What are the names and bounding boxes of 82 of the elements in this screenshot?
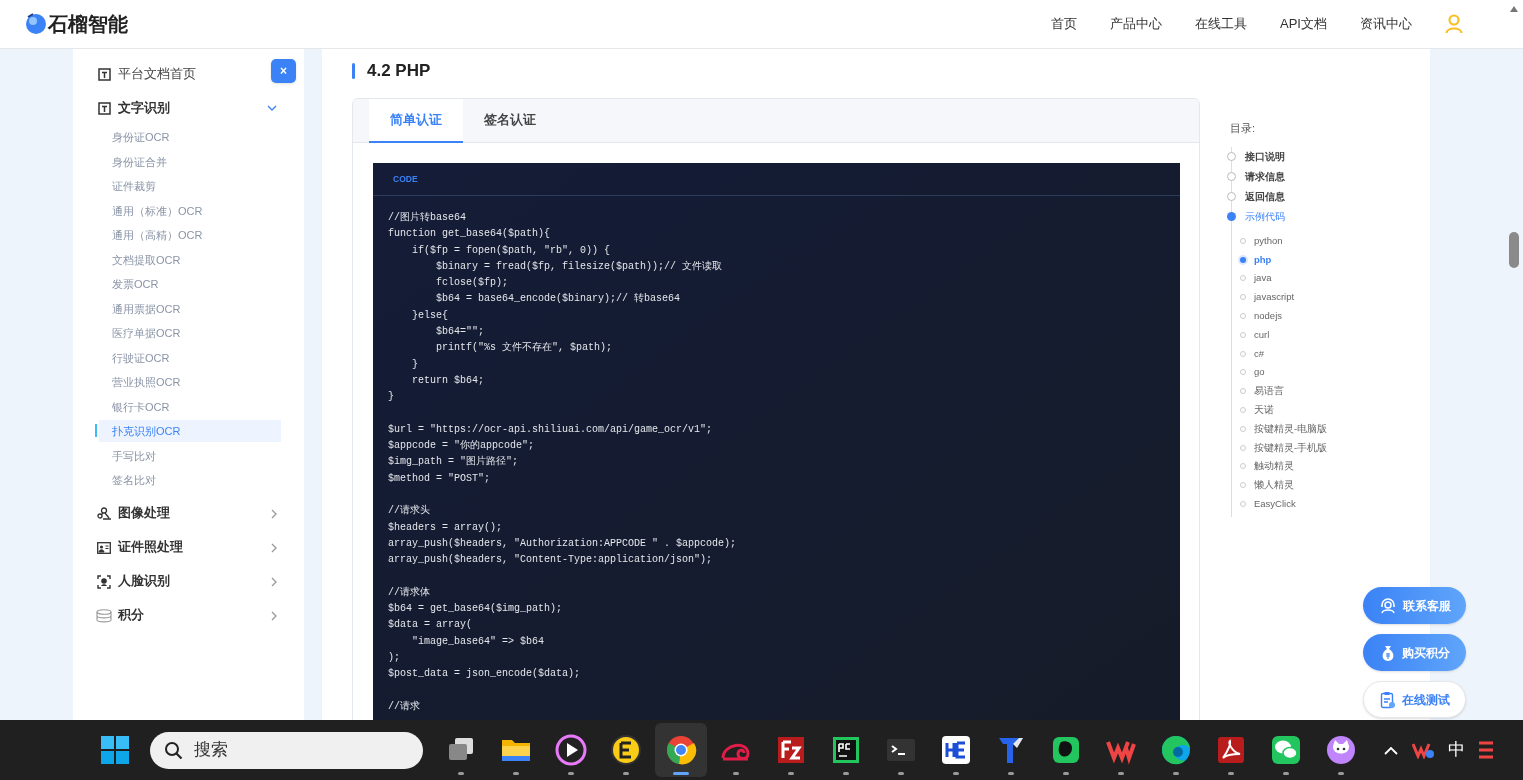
- sidebar-subitem[interactable]: 通用（标准）OCR: [112, 199, 294, 222]
- sidebar-subitem[interactable]: 通用（高精）OCR: [112, 224, 294, 247]
- toc-link[interactable]: 按键精灵-手机版: [1254, 440, 1328, 455]
- sidebar-item[interactable]: 积分: [118, 606, 144, 625]
- toc-link[interactable]: php: [1254, 252, 1272, 267]
- sidebar-subitem[interactable]: 扑克识别OCR: [99, 420, 281, 443]
- sidebar-subitem[interactable]: 手写比对: [112, 444, 294, 467]
- code-line: fclose($fp);: [435, 276, 510, 291]
- sidebar-subitem[interactable]: 身份证OCR: [112, 126, 294, 149]
- sidebar-item[interactable]: 文字识别: [118, 98, 170, 118]
- code-line: //图片转base64: [388, 210, 467, 225]
- code-label: CODE: [393, 172, 418, 186]
- code-line: $headers = array();: [388, 520, 504, 535]
- code-line: $binary = fread($fp, filesize($path));// 文件读取: [435, 259, 724, 274]
- sidebar-subitem[interactable]: 银行卡OCR: [112, 395, 294, 418]
- online-test-button[interactable]: 在线测试: [1363, 681, 1466, 718]
- toc-link[interactable]: c#: [1254, 346, 1265, 361]
- nav-link[interactable]: 在线工具: [1195, 14, 1248, 34]
- code-line: $post_data = json_encode($data);: [388, 667, 582, 682]
- toc-link[interactable]: curl: [1254, 327, 1270, 342]
- code-line: //请求头: [388, 503, 431, 519]
- sidebar-subitem[interactable]: 营业执照OCR: [112, 371, 294, 394]
- code-line: $b64 = get_base64($img_path);: [388, 602, 564, 617]
- code-line: $img_path = "图片路径";: [388, 454, 519, 470]
- toc-link[interactable]: javascript: [1254, 290, 1295, 305]
- code-line: }else{: [411, 308, 449, 323]
- code-line: printf("%s 文件不存在", $path);: [435, 341, 614, 356]
- nav-link[interactable]: 首页: [1051, 14, 1078, 34]
- code-line: $b64="";: [435, 325, 485, 340]
- sidebar-subitem[interactable]: 证件裁剪: [112, 175, 294, 198]
- code-line: //请求: [388, 699, 421, 714]
- code-line: array_push($headers, "Authorization:APPCODE " . $appcode);: [388, 536, 738, 551]
- sidebar-item[interactable]: 证件照处理: [118, 538, 183, 557]
- nav-link[interactable]: 资讯中心: [1360, 14, 1412, 34]
- code-line: $data = array(: [388, 618, 473, 633]
- toc-link[interactable]: 天诺: [1254, 402, 1274, 418]
- sidebar-subitem[interactable]: 医疗单据OCR: [112, 322, 294, 345]
- toc-link[interactable]: 易语言: [1254, 384, 1284, 399]
- toc-link[interactable]: java: [1254, 271, 1272, 286]
- code-line: return $b64;: [411, 373, 485, 388]
- code-line: }: [388, 390, 395, 405]
- sidebar-subitem[interactable]: 签名比对: [112, 469, 294, 492]
- collapse-button[interactable]: ×: [271, 59, 296, 83]
- toc-link[interactable]: 按键精灵-电脑版: [1254, 421, 1328, 436]
- search-field[interactable]: 搜索: [150, 731, 423, 769]
- toc-link[interactable]: python: [1254, 233, 1283, 248]
- code-line: function get_base64($path){: [388, 227, 552, 242]
- section-title: 4.2 PHP: [367, 60, 431, 83]
- tab[interactable]: 简单认证: [369, 99, 463, 143]
- toc-link[interactable]: EasyClick: [1254, 496, 1296, 512]
- code-line: //请求体: [388, 585, 431, 600]
- toc-link[interactable]: 示例代码: [1245, 209, 1285, 224]
- code-line: array_push($headers, "Content-Type:application/json");: [388, 553, 714, 568]
- nav-link[interactable]: API文档: [1280, 14, 1327, 34]
- sidebar-subitem[interactable]: 身份证合并: [112, 150, 294, 173]
- code-line: "image_base64" => $b64: [411, 634, 546, 649]
- tab[interactable]: 签名认证: [463, 99, 557, 143]
- code-line: $appcode = "你的appcode";: [388, 439, 536, 454]
- ime-indicator[interactable]: 中: [1448, 737, 1465, 763]
- sidebar-subitem[interactable]: 行驶证OCR: [112, 346, 294, 369]
- sidebar-item[interactable]: 图像处理: [118, 504, 170, 523]
- toc-link[interactable]: 懒人精灵: [1254, 478, 1294, 493]
- code-line: $b64 = base64_encode($binary);// 转base64: [435, 292, 682, 307]
- nav-link[interactable]: 产品中心: [1110, 14, 1163, 34]
- toc-link[interactable]: 接口说明: [1245, 149, 1285, 164]
- toc-link[interactable]: 返回信息: [1245, 189, 1285, 204]
- sidebar-subitem[interactable]: 发票OCR: [112, 273, 294, 296]
- toc-title: 目录:: [1230, 121, 1257, 136]
- code-line: }: [411, 357, 419, 372]
- toc-link[interactable]: 请求信息: [1245, 169, 1285, 184]
- code-line: $url = "https://ocr-api.shiliuai.com/api/game_ocr/v1";: [388, 422, 714, 437]
- code-line: if($fp = fopen($path, "rb", 0)) {: [411, 243, 612, 258]
- sidebar-item[interactable]: 平台文档首页: [118, 64, 196, 84]
- sidebar-item[interactable]: 人脸识别: [118, 572, 170, 591]
- toc-link[interactable]: 触动精灵: [1254, 459, 1294, 474]
- toc-link[interactable]: go: [1254, 365, 1265, 380]
- sidebar-subitem[interactable]: 文档提取OCR: [112, 248, 294, 271]
- sidebar-subitem[interactable]: 通用票据OCR: [112, 297, 294, 320]
- brand-name: 石榴智能: [48, 12, 128, 37]
- toc-link[interactable]: nodejs: [1254, 308, 1282, 324]
- code-line: $method = "POST";: [388, 471, 492, 486]
- code-line: );: [388, 651, 401, 665]
